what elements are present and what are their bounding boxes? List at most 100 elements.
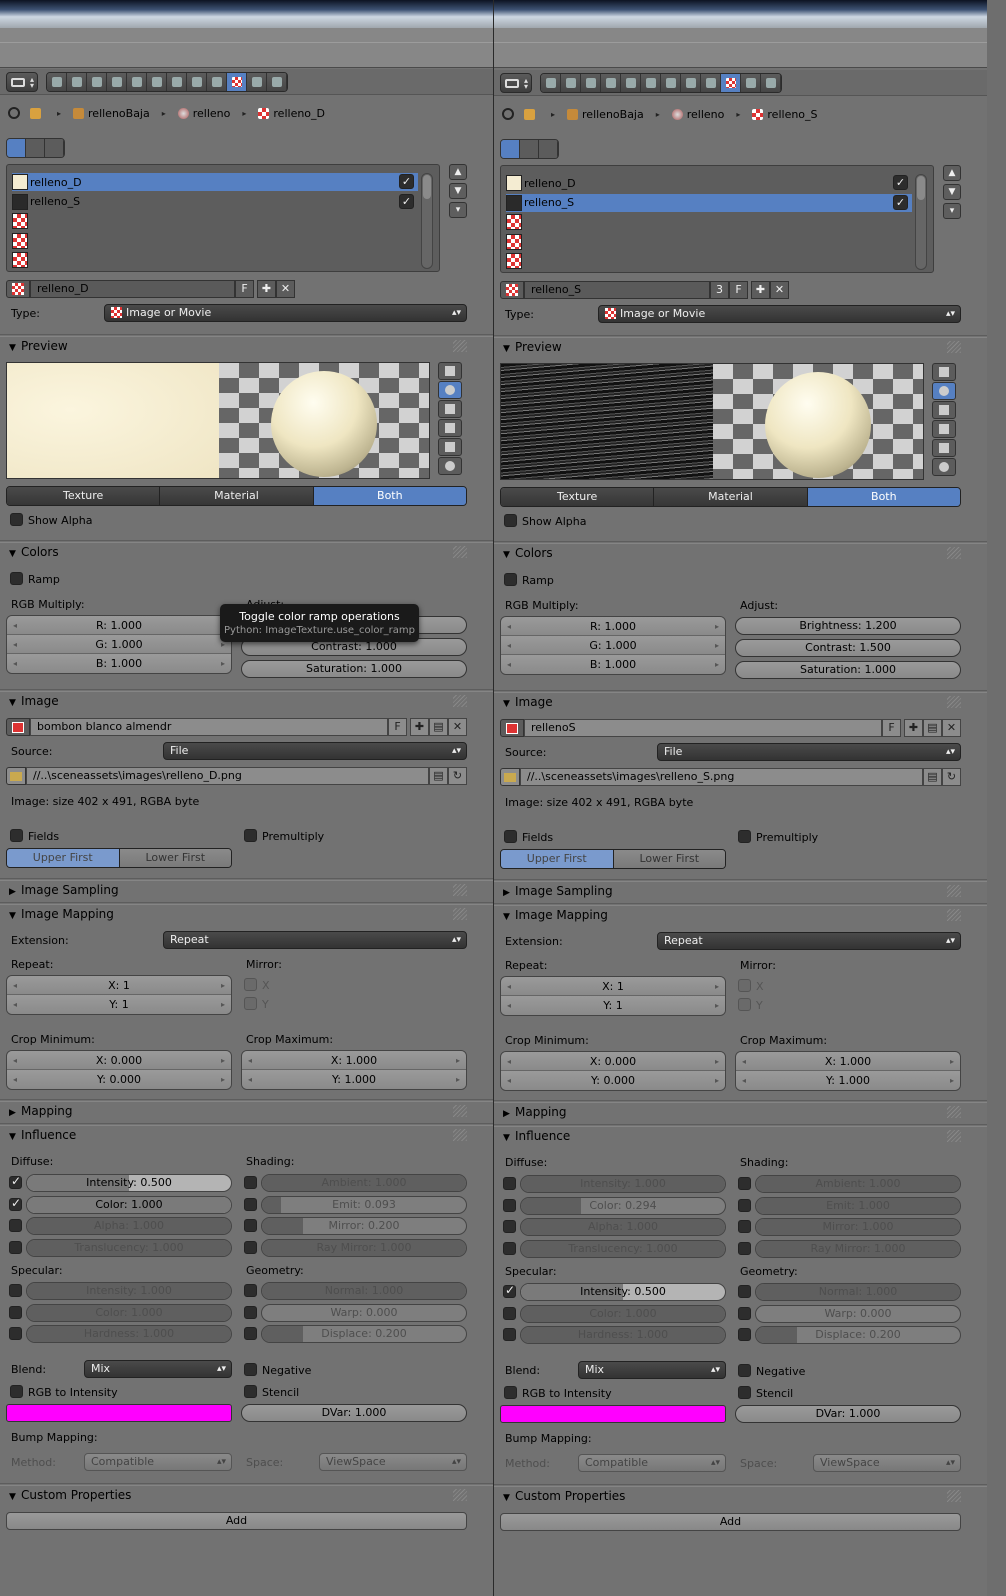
world-context-button[interactable]	[520, 140, 539, 158]
panel-divider[interactable]	[493, 0, 494, 1596]
diffuse-slider[interactable]: Color: 0.294	[520, 1196, 726, 1215]
source-dropdown[interactable]: File ▴▾	[163, 742, 467, 760]
shading-slider[interactable]: Mirror: 1.000	[755, 1218, 961, 1237]
move-up-button[interactable]: ▲	[449, 164, 467, 180]
move-up-button[interactable]: ▲	[943, 165, 961, 181]
texture-browse-button[interactable]	[6, 280, 30, 298]
mapping-section-header[interactable]: ▶ Mapping	[0, 1099, 493, 1121]
crop-max-x-field[interactable]: X: 1.000	[736, 1052, 960, 1071]
texture-type-dropdown[interactable]: Image or Movie ▴▾	[598, 305, 961, 323]
tab-modifiers[interactable]	[167, 73, 187, 91]
slot-enable-checkbox[interactable]: ✓	[893, 175, 908, 190]
crop-min-x-field[interactable]: X: 0.000	[501, 1052, 725, 1071]
shading-3-checkbox[interactable]	[738, 1242, 751, 1256]
reload-icon[interactable]: ↻	[942, 768, 961, 786]
slot-enable-checkbox[interactable]: ✓	[399, 174, 414, 189]
texture-slot[interactable]	[12, 212, 418, 230]
tab-render-layers[interactable]	[67, 73, 87, 91]
material-context-button[interactable]	[501, 140, 520, 158]
diffuse-slider[interactable]: Intensity: 1.000	[520, 1175, 726, 1193]
g-field[interactable]: G: 1.000	[501, 636, 725, 655]
texture-slot[interactable]	[506, 233, 912, 251]
crop-max-y-field[interactable]: Y: 1.000	[736, 1071, 960, 1090]
r-field[interactable]: R: 1.000	[7, 616, 231, 635]
geometry-slider[interactable]: Normal: 1.000	[755, 1283, 961, 1301]
preview-tab-texture[interactable]: Texture	[7, 487, 161, 505]
tab-texture[interactable]	[721, 74, 741, 92]
custom-properties-section-header[interactable]: ▼ Custom Properties	[494, 1484, 987, 1506]
open-image-icon[interactable]: ▤	[429, 718, 448, 736]
material-context-button[interactable]	[7, 139, 26, 157]
crop-min-y-field[interactable]: Y: 0.000	[501, 1071, 725, 1090]
shading-slider[interactable]: Ambient: 1.000	[755, 1175, 961, 1193]
diffuse-slider[interactable]: Color: 1.000	[26, 1195, 232, 1214]
influence-section-header[interactable]: ▼ Influence	[494, 1124, 987, 1146]
diffuse-1-checkbox[interactable]	[9, 1196, 22, 1211]
specular-2-checkbox[interactable]	[9, 1327, 22, 1341]
drag-grip-icon[interactable]	[947, 885, 961, 897]
blend-dropdown[interactable]: Mix ▴▾	[84, 1360, 232, 1378]
texture-slot[interactable]: relleno_S ✓	[12, 193, 418, 211]
repeat-y-field[interactable]: Y: 1	[501, 996, 725, 1015]
crop-max-x-field[interactable]: X: 1.000	[242, 1051, 466, 1070]
drag-grip-icon[interactable]	[453, 884, 467, 896]
browse-file-icon[interactable]: ▤	[429, 767, 448, 785]
method-dropdown[interactable]: Compatible ▴▾	[578, 1454, 726, 1472]
preview-cube-button[interactable]	[438, 400, 462, 418]
extension-dropdown[interactable]: Repeat ▴▾	[657, 932, 961, 950]
new-image-icon[interactable]: ✚	[904, 719, 923, 737]
diffuse-3-checkbox[interactable]	[9, 1241, 22, 1255]
geometry-slider[interactable]: Normal: 1.000	[261, 1282, 467, 1300]
space-dropdown[interactable]: ViewSpace ▴▾	[813, 1454, 961, 1472]
unlink-image-icon[interactable]: ✕	[942, 719, 961, 737]
drag-grip-icon[interactable]	[453, 1489, 467, 1501]
geometry-0-checkbox[interactable]	[738, 1285, 751, 1298]
method-dropdown[interactable]: Compatible ▴▾	[84, 1453, 232, 1471]
specular-slider[interactable]: Color: 1.000	[520, 1304, 726, 1323]
mapping-section-header[interactable]: ▶ Mapping	[494, 1100, 987, 1122]
stencil-checkbox[interactable]	[738, 1386, 751, 1399]
new-texture-icon[interactable]: ✚	[257, 280, 276, 298]
diffuse-2-checkbox[interactable]	[9, 1219, 22, 1233]
repeat-y-field[interactable]: Y: 1	[7, 995, 231, 1014]
shading-slider[interactable]: Ray Mirror: 1.000	[755, 1240, 961, 1259]
pack-icon[interactable]	[6, 767, 26, 785]
diffuse-1-checkbox[interactable]	[503, 1198, 516, 1212]
g-field[interactable]: G: 1.000	[7, 635, 231, 654]
crop-max-y-field[interactable]: Y: 1.000	[242, 1070, 466, 1089]
tab-material[interactable]	[701, 74, 721, 92]
tab-scene[interactable]	[87, 73, 107, 91]
dvar-field[interactable]: DVar: 1.000	[735, 1405, 961, 1423]
image-sampling-section-header[interactable]: ▶ Image Sampling	[494, 879, 987, 901]
texture-slot[interactable]: relleno_S ✓	[506, 193, 912, 212]
shading-2-checkbox[interactable]	[738, 1220, 751, 1234]
r-field[interactable]: R: 1.000	[501, 617, 725, 636]
mirror-y-checkbox[interactable]	[244, 997, 257, 1010]
image-browse-button[interactable]	[500, 719, 524, 737]
influence-section-header[interactable]: ▼ Influence	[0, 1123, 493, 1145]
b-field[interactable]: B: 1.000	[7, 654, 231, 673]
shading-1-checkbox[interactable]	[244, 1197, 257, 1211]
shading-2-checkbox[interactable]	[244, 1219, 257, 1233]
premultiply-checkbox[interactable]	[244, 829, 257, 842]
specular-slider[interactable]: Hardness: 1.000	[26, 1325, 232, 1344]
specular-2-checkbox[interactable]	[503, 1328, 516, 1342]
diffuse-slider[interactable]: Translucency: 1.000	[26, 1239, 232, 1258]
pin-icon[interactable]	[502, 108, 514, 120]
texture-slot[interactable]	[12, 251, 418, 269]
drag-grip-icon[interactable]	[453, 908, 467, 920]
diffuse-slider[interactable]: Translucency: 1.000	[520, 1240, 726, 1259]
negative-checkbox[interactable]	[738, 1364, 751, 1377]
tab-data[interactable]	[187, 73, 207, 91]
add-property-button[interactable]: Add	[500, 1513, 961, 1531]
slot-enable-checkbox[interactable]: ✓	[399, 193, 414, 209]
specular-0-checkbox[interactable]	[503, 1283, 516, 1298]
tab-constraints[interactable]	[641, 74, 661, 92]
tab-texture[interactable]	[227, 73, 247, 91]
brush-context-button[interactable]	[45, 139, 64, 157]
preview-tab-both[interactable]: Both	[313, 487, 466, 505]
tab-render[interactable]	[47, 73, 67, 91]
image-section-header[interactable]: ▼ Image	[494, 690, 987, 712]
fields-checkbox[interactable]	[504, 830, 517, 843]
specular-1-checkbox[interactable]	[9, 1305, 22, 1319]
